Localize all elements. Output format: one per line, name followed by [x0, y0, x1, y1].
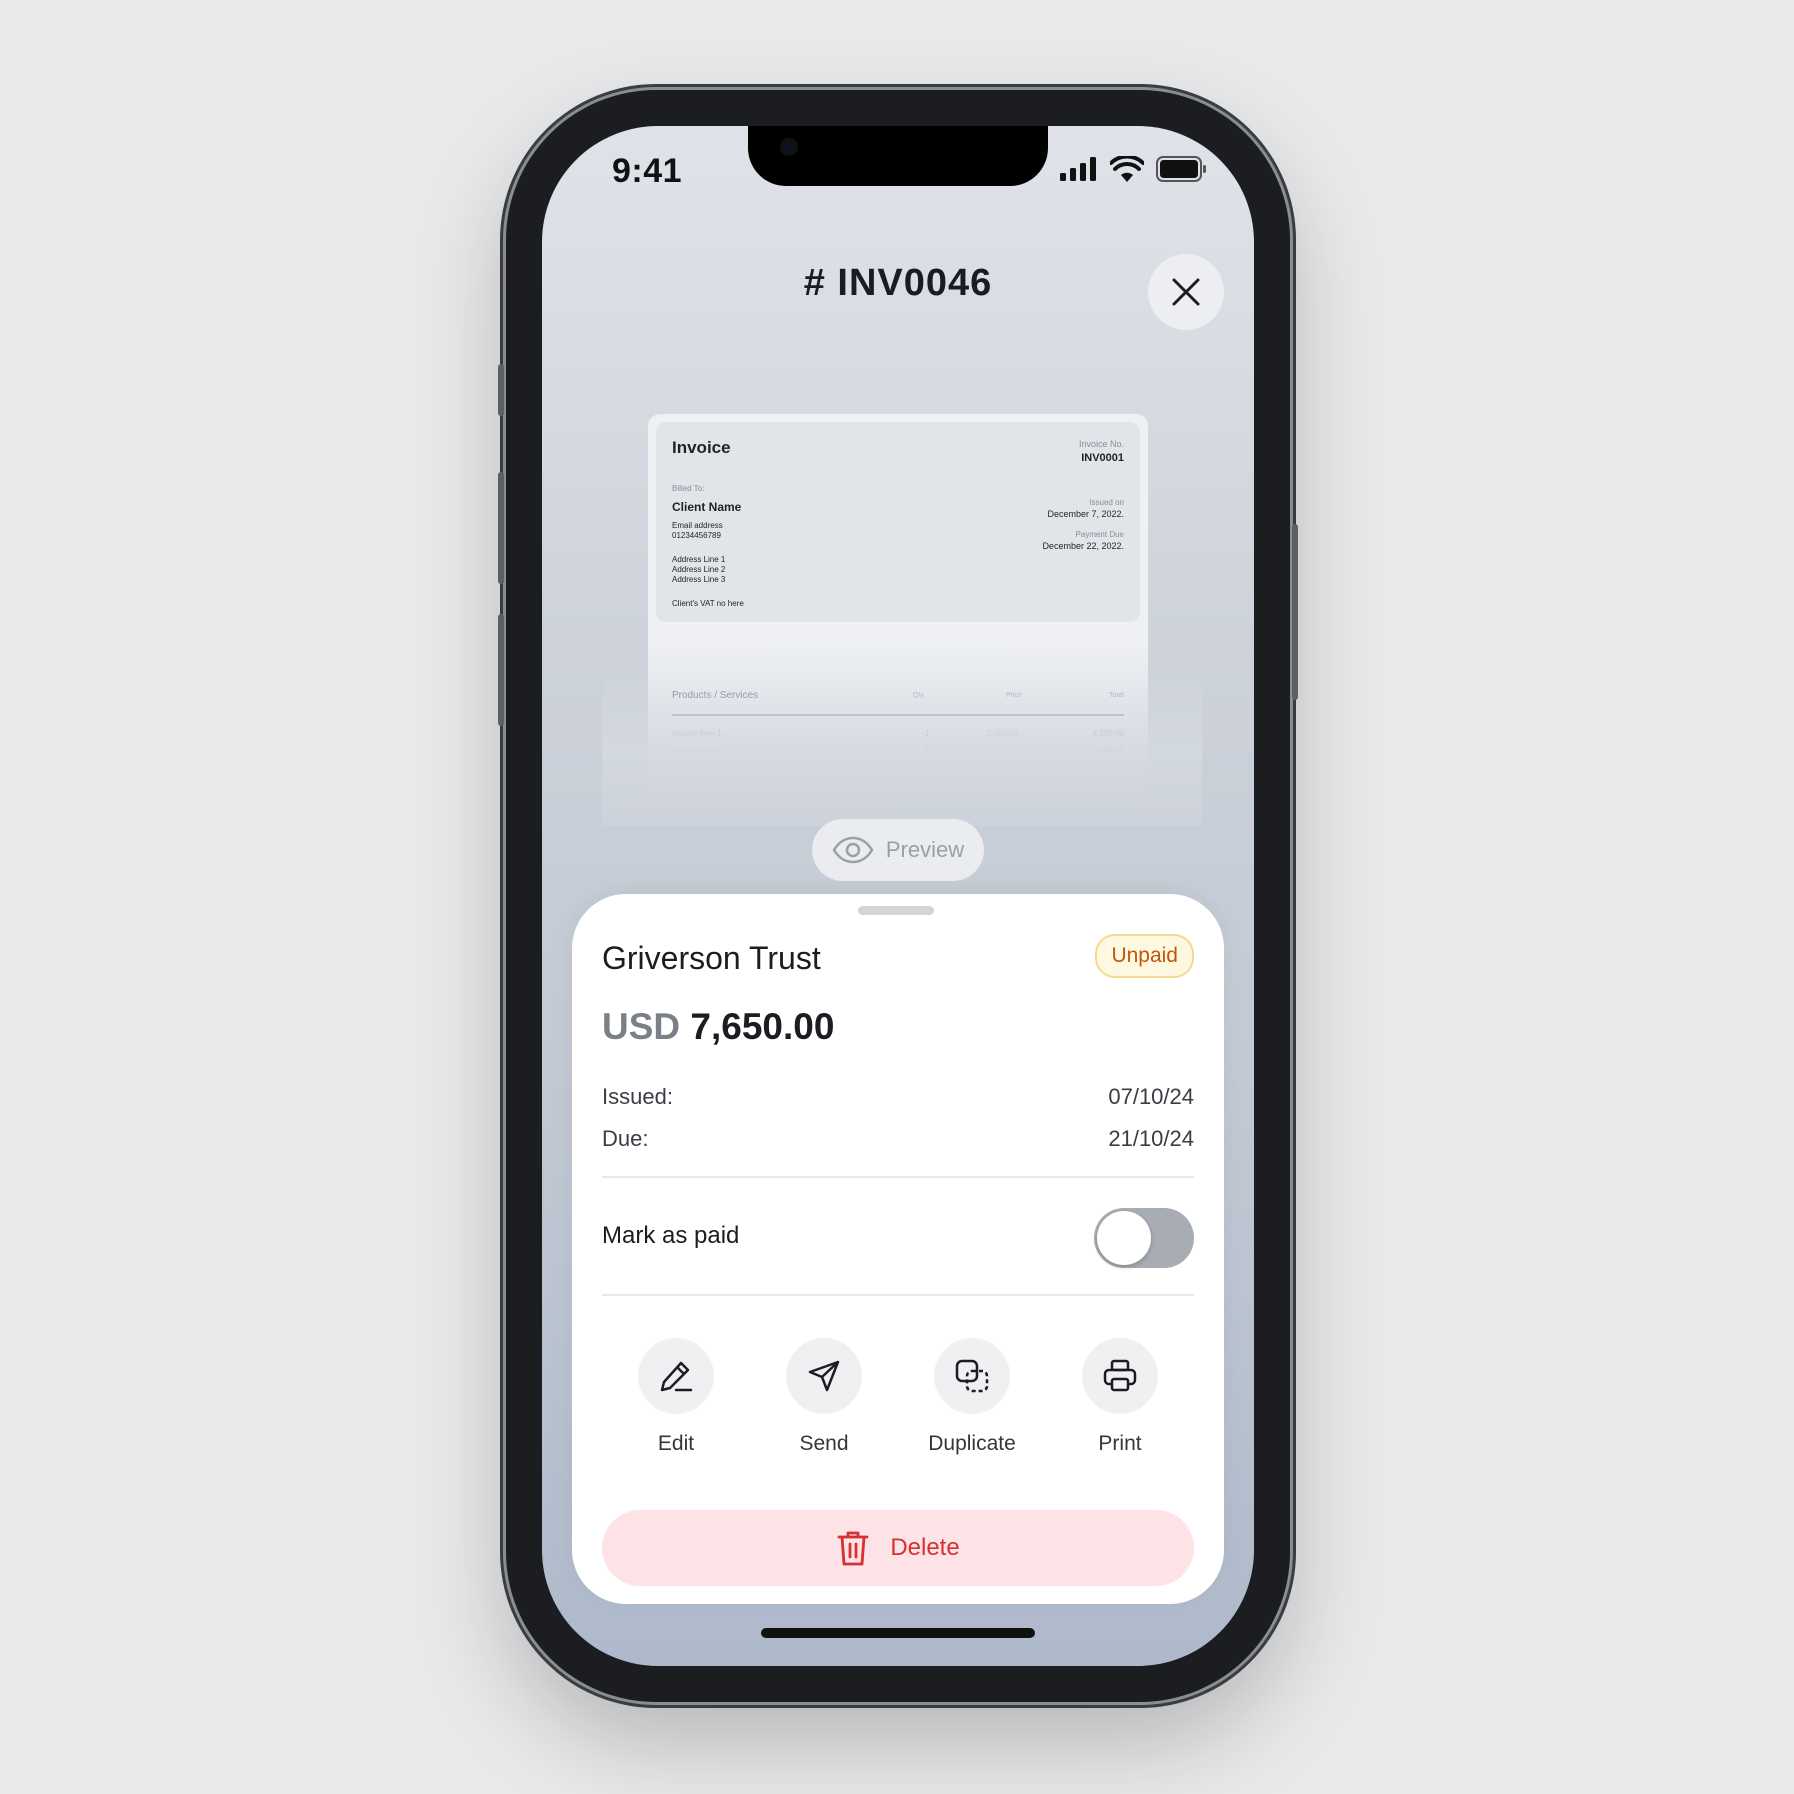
preview-issued-label: Issued on	[1089, 498, 1124, 507]
preview-col-products: Products / Services	[672, 690, 759, 701]
preview-item-price: 1,000.00	[987, 745, 1019, 754]
print-icon-circle	[1082, 1338, 1158, 1414]
duplicate-icon	[955, 1359, 989, 1393]
preview-item-total: 4,000.00	[1092, 729, 1124, 738]
preview-item-name: Invoice Item 1	[672, 761, 722, 770]
home-indicator[interactable]	[761, 1628, 1035, 1638]
client-name: Griverson Trust	[602, 940, 821, 976]
close-icon	[1172, 278, 1200, 306]
send-button[interactable]: Send	[764, 1338, 884, 1456]
mute-switch	[498, 364, 504, 416]
delete-button[interactable]: Delete	[602, 1510, 1194, 1586]
delete-label: Delete	[890, 1534, 960, 1561]
power-button	[1292, 524, 1298, 700]
preview-vat: Client's VAT no here	[672, 599, 744, 608]
status-time: 9:41	[612, 152, 683, 190]
preview-invoice-no-label: Invoice No.	[1078, 439, 1124, 449]
preview-label: Preview	[885, 837, 965, 862]
preview-heading: Invoice	[672, 438, 731, 457]
eye-icon	[832, 836, 874, 864]
divider	[602, 1294, 1194, 1296]
send-icon	[808, 1360, 840, 1392]
action-row: Edit Send Duplicate Print	[602, 1338, 1194, 1456]
duplicate-icon-circle	[934, 1338, 1010, 1414]
toggle-knob	[1097, 1211, 1151, 1265]
preview-client-name: Client Name	[672, 500, 742, 514]
signal-icon	[1060, 157, 1096, 181]
invoice-sheet: Griverson Trust Unpaid USD 7,650.00 Issu…	[572, 894, 1224, 1604]
currency-code: USD	[602, 1006, 681, 1047]
invoice-amount: USD 7,650.00	[602, 1006, 834, 1048]
preview-col-qty: Qty.	[913, 692, 926, 699]
preview-item-total: 1,000.00	[1092, 761, 1124, 770]
camera	[780, 138, 798, 156]
preview-issued-date: December 7, 2022.	[1047, 509, 1124, 519]
preview-email: Email address	[672, 521, 723, 530]
divider	[602, 1176, 1194, 1178]
notch	[748, 126, 1048, 186]
close-button[interactable]	[1148, 254, 1224, 330]
preview-address-line: Address Line 1	[672, 555, 726, 564]
battery-icon	[1156, 156, 1206, 182]
edit-button[interactable]: Edit	[616, 1338, 736, 1456]
screen: 9:41 # INV0046 Invoice Invoice No. INV00…	[542, 126, 1254, 1666]
preview-invoice-no: INV0001	[1081, 452, 1124, 464]
status-icons	[1060, 156, 1208, 182]
preview-item-price: 2,000.00	[987, 729, 1019, 738]
preview-item-price: 1,000.00	[987, 761, 1019, 770]
preview-table-rule	[672, 714, 1124, 716]
send-icon-circle	[786, 1338, 862, 1414]
preview-col-price: Price	[1006, 692, 1022, 699]
status-badge: Unpaid	[1095, 934, 1194, 978]
preview-item-name: Invoice Item 1	[672, 745, 722, 754]
preview-col-total: Total	[1109, 692, 1124, 699]
due-value: 21/10/24	[1108, 1126, 1194, 1151]
preview-phone: 01234456789	[672, 531, 721, 540]
issued-label: Issued:	[602, 1084, 673, 1109]
printer-icon	[1103, 1359, 1137, 1392]
edit-icon-circle	[638, 1338, 714, 1414]
duplicate-button[interactable]: Duplicate	[912, 1338, 1032, 1456]
preview-item-total: 1,000.00	[1092, 745, 1124, 754]
pencil-icon	[660, 1361, 693, 1392]
send-label: Send	[799, 1432, 849, 1455]
amount-value: 7,650.00	[690, 1006, 835, 1047]
preview-due-label: Payment Due	[1075, 530, 1124, 539]
duplicate-label: Duplicate	[928, 1432, 1016, 1455]
preview-item-qty: 1	[925, 729, 930, 738]
print-label: Print	[1098, 1432, 1142, 1455]
issued-value: 07/10/24	[1108, 1084, 1194, 1109]
volume-down-button	[498, 614, 504, 726]
preview-billed-to-label: Billed To:	[672, 484, 705, 493]
sheet-grabber[interactable]	[858, 906, 934, 915]
preview-button[interactable]: Preview	[812, 819, 984, 881]
preview-address-line: Address Line 3	[672, 575, 726, 584]
phone-frame: 9:41 # INV0046 Invoice Invoice No. INV00…	[498, 90, 1298, 1702]
wifi-icon	[1110, 156, 1144, 182]
preview-item-qty: 1	[925, 745, 930, 754]
due-label: Due:	[602, 1126, 649, 1151]
mark-paid-label: Mark as paid	[602, 1222, 740, 1249]
edit-label: Edit	[657, 1432, 695, 1455]
preview-item-name: Invoice Item 1	[672, 729, 722, 738]
preview-item-qty: 1	[925, 761, 930, 770]
mark-paid-toggle[interactable]	[1094, 1208, 1194, 1268]
invoice-preview[interactable]: Invoice Invoice No. INV0001 Billed To: C…	[648, 414, 1148, 794]
preview-due-date: December 22, 2022.	[1042, 541, 1124, 551]
preview-address-line: Address Line 2	[672, 565, 726, 574]
print-button[interactable]: Print	[1060, 1338, 1180, 1456]
trash-icon	[837, 1531, 869, 1566]
volume-up-button	[498, 472, 504, 584]
invoice-number-title: # INV0046	[803, 262, 993, 304]
